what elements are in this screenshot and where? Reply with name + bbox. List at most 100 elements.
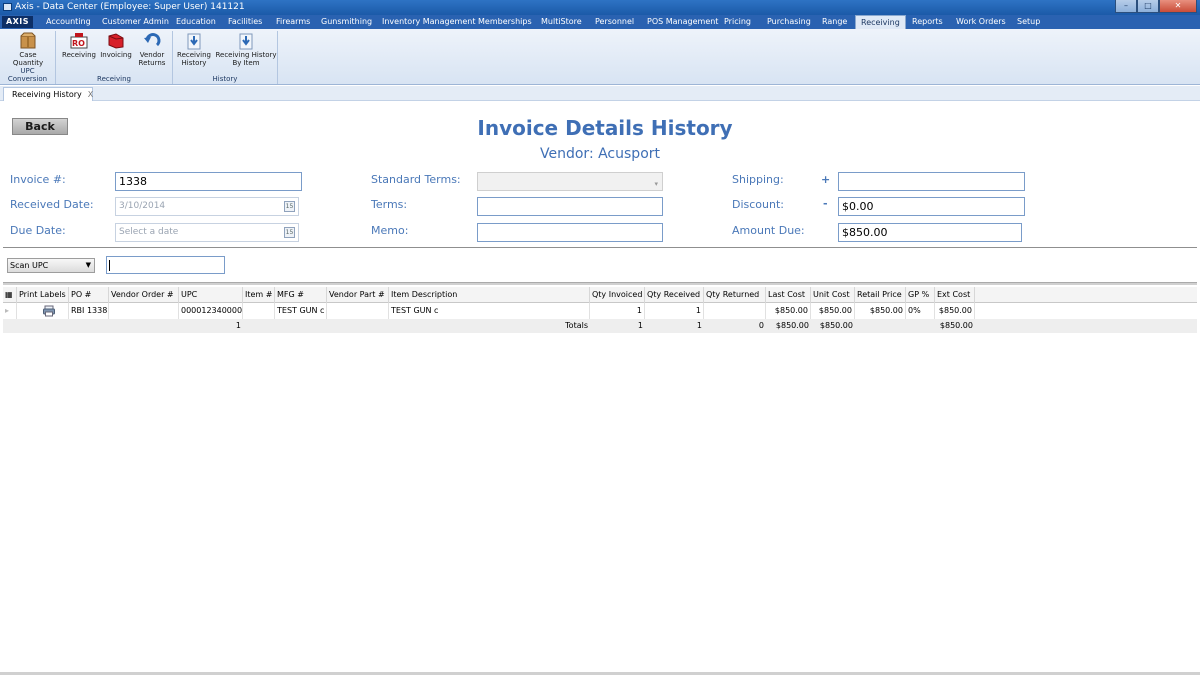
- ribbon-group-label: UPC Conversion: [7, 67, 48, 83]
- tab-reports[interactable]: Reports: [912, 15, 943, 29]
- invoicing-button[interactable]: Invoicing: [99, 32, 133, 59]
- column-header-vendor-order[interactable]: Vendor Order #: [109, 287, 179, 303]
- column-header-po[interactable]: PO #: [69, 287, 109, 303]
- shipping-field[interactable]: [838, 172, 1025, 191]
- discount-label: Discount:: [732, 198, 784, 211]
- discount-field[interactable]: $0.00: [838, 197, 1025, 216]
- maximize-button[interactable]: □: [1137, 0, 1159, 13]
- tab-customer-admin[interactable]: Customer Admin: [102, 15, 169, 29]
- tab-setup[interactable]: Setup: [1017, 15, 1040, 29]
- window-controls: – □ ✕: [1115, 0, 1197, 13]
- tab-education[interactable]: Education: [176, 15, 216, 29]
- tab-work-orders[interactable]: Work Orders: [956, 15, 1006, 29]
- item-description-cell: TEST GUN c: [389, 303, 590, 319]
- chevron-down-icon: ▾: [654, 180, 658, 188]
- download-doc-icon: [239, 33, 253, 50]
- receiving-history-label-1: Receiving: [177, 51, 211, 59]
- receiving-history-by-item-label-1: Receiving History: [215, 51, 277, 59]
- tab-facilities[interactable]: Facilities: [228, 15, 262, 29]
- upc-cell: 000012340000: [179, 303, 243, 319]
- column-header-print-labels[interactable]: Print Labels: [17, 287, 69, 303]
- document-tab-strip: Receiving History X: [0, 86, 1200, 101]
- column-header-gp[interactable]: GP %: [906, 287, 935, 303]
- tab-purchasing[interactable]: Purchasing: [767, 15, 811, 29]
- tab-personnel[interactable]: Personnel: [595, 15, 634, 29]
- tab-inventory-management[interactable]: Inventory Management: [382, 15, 475, 29]
- table-row[interactable]: ▸ RBI 1338 000012340000 TEST GUN c TEST …: [3, 303, 1197, 319]
- column-header-item[interactable]: Item #: [243, 287, 275, 303]
- tab-memberships[interactable]: Memberships: [478, 15, 532, 29]
- tab-receiving[interactable]: Receiving: [855, 15, 906, 29]
- grid-header-row: ▦ Print Labels PO # Vendor Order # UPC I…: [3, 287, 1197, 303]
- column-header-item-description[interactable]: Item Description: [389, 287, 590, 303]
- vendor-returns-label-2: Returns: [138, 59, 166, 67]
- retail-price-cell: $850.00: [855, 303, 906, 319]
- vendor-returns-button[interactable]: Vendor Returns: [135, 32, 169, 67]
- scan-mode-dropdown[interactable]: Scan UPC ▼: [7, 258, 95, 273]
- case-quantity-button[interactable]: Case Quantity: [8, 32, 48, 67]
- tab-pos-management[interactable]: POS Management: [647, 15, 718, 29]
- return-arrow-icon: [144, 33, 161, 47]
- qty-received-cell: 1: [645, 303, 704, 319]
- standard-terms-dropdown: ▾: [477, 172, 663, 191]
- vendor-name: Vendor: Acusport: [540, 146, 660, 162]
- print-labels-cell[interactable]: [17, 303, 69, 319]
- po-cell: RBI 1338: [69, 303, 109, 319]
- column-header-mfg[interactable]: MFG #: [275, 287, 327, 303]
- column-header-qty-received[interactable]: Qty Received: [645, 287, 704, 303]
- close-window-button[interactable]: ✕: [1159, 0, 1197, 13]
- tab-receiving-history-label: Receiving History: [12, 90, 82, 99]
- memo-field[interactable]: [477, 223, 663, 242]
- column-header-qty-invoiced[interactable]: Qty Invoiced: [590, 287, 645, 303]
- terms-label: Terms:: [371, 198, 408, 211]
- tab-gunsmithing[interactable]: Gunsmithing: [321, 15, 372, 29]
- column-header-vendor-part[interactable]: Vendor Part #: [327, 287, 389, 303]
- tab-range[interactable]: Range: [822, 15, 847, 29]
- minimize-button[interactable]: –: [1115, 0, 1137, 13]
- terms-field[interactable]: [477, 197, 663, 216]
- download-doc-icon: [187, 33, 201, 50]
- plus-sign: +: [821, 173, 831, 186]
- due-date-label: Due Date:: [10, 224, 66, 237]
- received-date-label: Received Date:: [10, 198, 94, 211]
- ext-cost-cell: $850.00: [935, 303, 975, 319]
- gp-cell: 0%: [906, 303, 935, 319]
- print-icon[interactable]: [43, 305, 55, 317]
- column-header-ext-cost[interactable]: Ext Cost: [935, 287, 975, 303]
- tab-accounting[interactable]: Accounting: [46, 15, 91, 29]
- grid-splitter[interactable]: [3, 282, 1197, 285]
- ribbon-group-label: Receiving: [97, 75, 131, 83]
- item-cell: [243, 303, 275, 319]
- column-header-upc[interactable]: UPC: [179, 287, 243, 303]
- svg-text:RO: RO: [72, 39, 85, 48]
- receiving-history-button[interactable]: Receiving History: [176, 32, 212, 67]
- column-header-retail-price[interactable]: Retail Price: [855, 287, 906, 303]
- column-header-unit-cost[interactable]: Unit Cost: [811, 287, 855, 303]
- invoicing-label: Invoicing: [100, 51, 132, 59]
- tab-multistore[interactable]: MultiStore: [541, 15, 582, 29]
- close-tab-button[interactable]: X: [88, 90, 93, 99]
- column-header-qty-returned[interactable]: Qty Returned: [704, 287, 766, 303]
- due-date-field[interactable]: Select a date 15: [115, 223, 299, 242]
- calendar-icon[interactable]: 15: [284, 227, 295, 238]
- receiving-history-by-item-button[interactable]: Receiving History By Item: [215, 32, 277, 67]
- tab-receiving-history[interactable]: Receiving History X: [3, 87, 93, 101]
- app-icon: [3, 3, 12, 11]
- axis-logo: AXIS: [2, 16, 33, 28]
- qty-returned-cell: [704, 303, 766, 319]
- invoicing-icon: [108, 33, 124, 49]
- standard-terms-label: Standard Terms:: [371, 173, 461, 186]
- back-button[interactable]: Back: [12, 118, 68, 135]
- tab-firearms[interactable]: Firearms: [276, 15, 310, 29]
- row-indicator: ▸: [3, 303, 17, 319]
- column-header-last-cost[interactable]: Last Cost: [766, 287, 811, 303]
- scan-upc-input[interactable]: [106, 256, 225, 274]
- receiving-icon: RO: [70, 33, 88, 49]
- column-chooser-icon[interactable]: ▦: [3, 287, 17, 303]
- received-date-value: 3/10/2014: [119, 201, 166, 211]
- invoice-number-field[interactable]: 1338: [115, 172, 302, 191]
- receiving-button[interactable]: RO Receiving: [60, 32, 98, 59]
- totals-qty-received: 1: [696, 321, 702, 330]
- tab-pricing[interactable]: Pricing: [724, 15, 751, 29]
- totals-unit-cost: $850.00: [819, 321, 853, 330]
